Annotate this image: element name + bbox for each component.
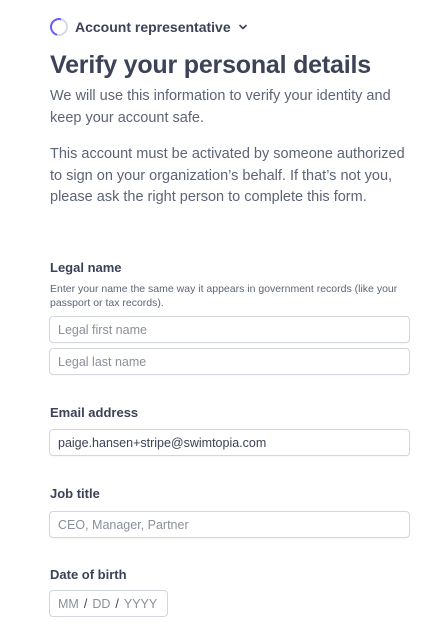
legal-last-name-input[interactable] [49,348,410,375]
step-selector[interactable]: Account representative [46,14,249,40]
step-label: Account representative [75,19,231,35]
authorization-notice: This account must be activated by someon… [50,146,405,205]
chevron-down-icon [237,21,249,33]
intro-text: We will use this information to verify y… [50,88,391,126]
progress-spinner-icon [46,14,72,40]
legal-name-help: Enter your name the same way it appears … [50,283,398,309]
dob-field[interactable]: MM / DD / YYYY [49,590,168,617]
dob-separator: / [115,596,119,611]
dob-separator: / [83,596,88,611]
dob-day[interactable]: DD [92,597,110,611]
email-label: Email address [50,405,139,420]
legal-name-label: Legal name [50,260,122,275]
legal-first-name-input[interactable] [49,316,410,343]
page-title: Verify your personal details [50,51,371,79]
dob-year[interactable]: YYYY [124,597,157,611]
job-title-label: Job title [50,486,100,501]
dob-label: Date of birth [50,567,127,582]
dob-month[interactable]: MM [58,597,79,611]
verify-details-page: Account representative Verify your perso… [0,0,447,638]
job-title-input[interactable] [49,511,410,538]
email-input[interactable] [49,429,410,456]
